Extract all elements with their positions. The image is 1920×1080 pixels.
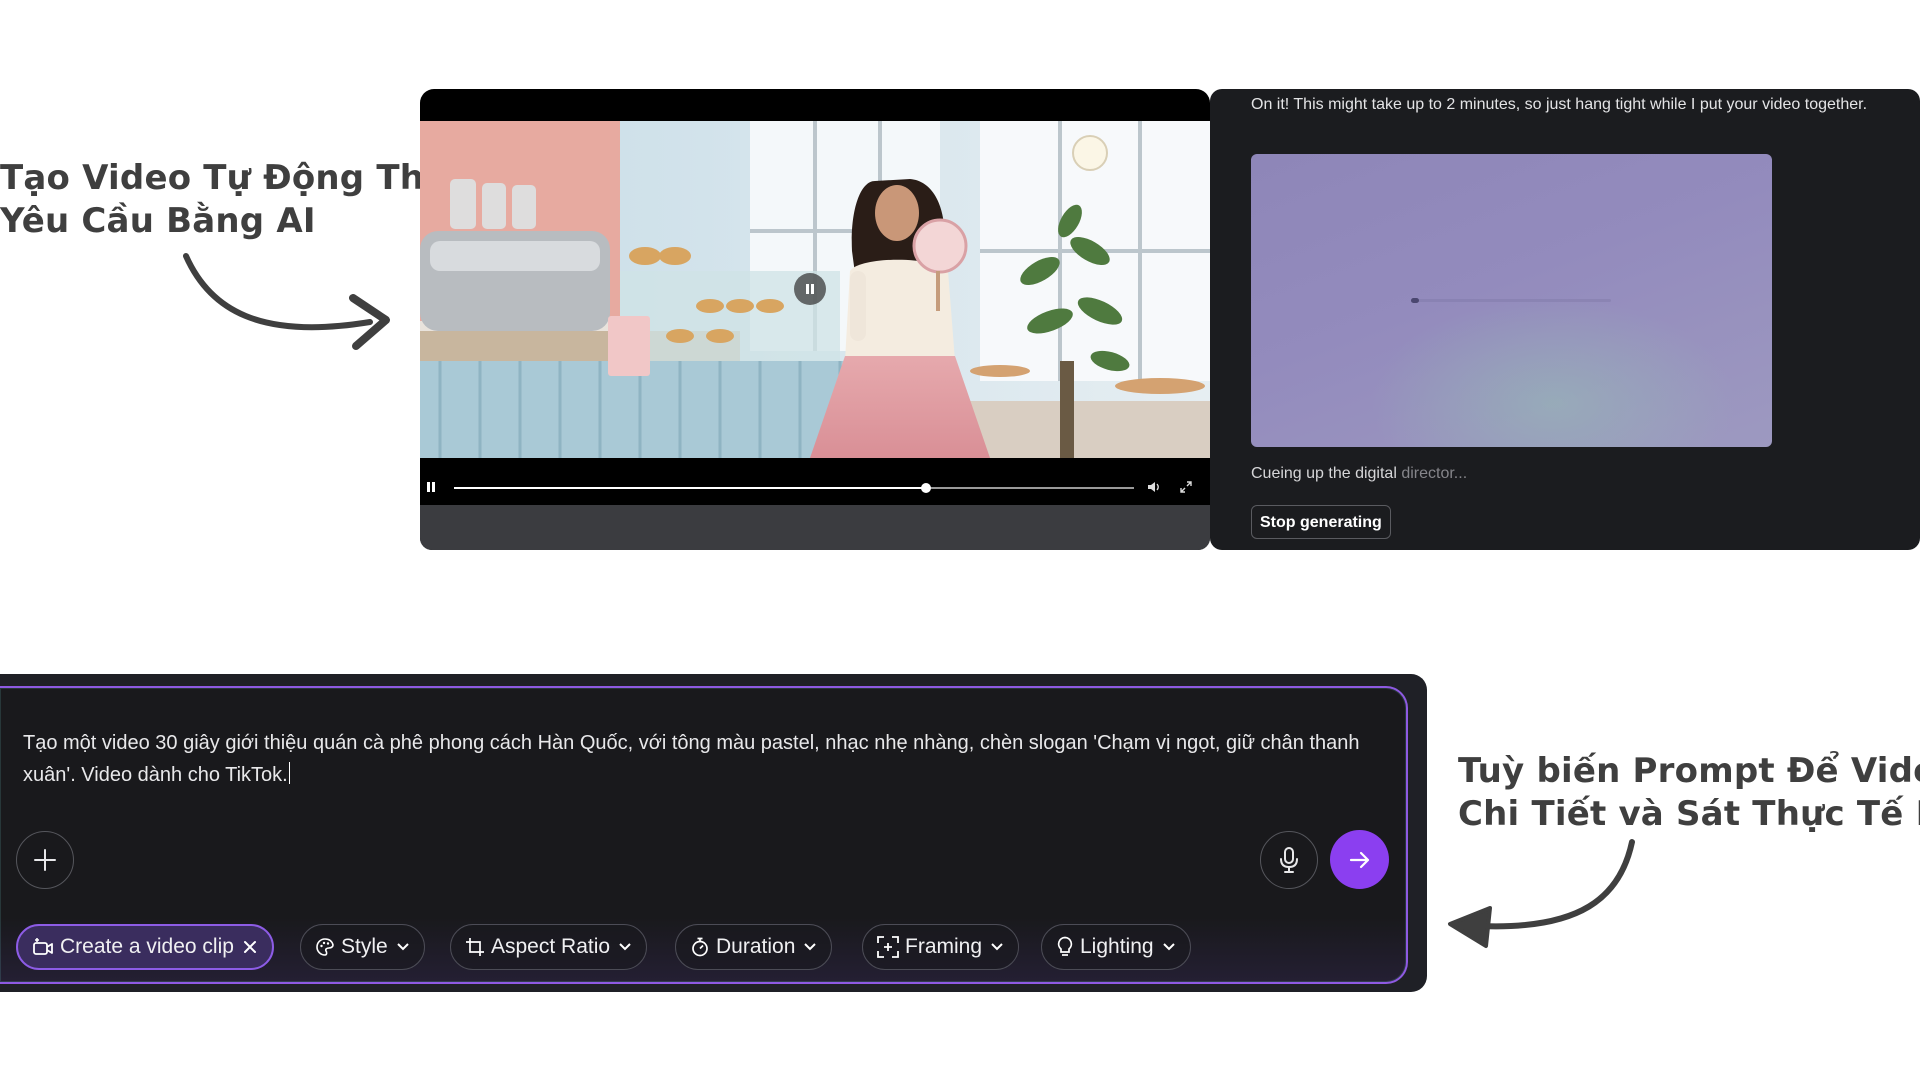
annotation-left-line1: Tạo Video Tự Động Theo	[0, 158, 471, 198]
plus-icon	[34, 849, 56, 871]
annotation-left-line2: Yêu Cầu Bằng AI	[0, 201, 316, 241]
annotation-right: Tuỳ biến Prompt Để Video Chi Tiết và Sát…	[1458, 750, 1920, 836]
stopwatch-icon	[692, 937, 708, 957]
generation-caption: Cueing up the digital director...	[1251, 465, 1467, 483]
generation-loader	[1411, 298, 1611, 303]
style-chip[interactable]: Style	[300, 924, 425, 970]
video-camera-icon	[33, 938, 53, 955]
pause-overlay-button[interactable]	[794, 273, 826, 305]
generation-status-message: On it! This might take up to 2 minutes, …	[1251, 96, 1868, 113]
duration-chip-label: Duration	[716, 935, 796, 958]
video-progress-bar[interactable]	[454, 483, 1134, 493]
voice-input-button[interactable]	[1260, 831, 1318, 889]
chevron-down-icon	[1162, 943, 1175, 951]
send-button[interactable]	[1330, 830, 1389, 889]
pause-icon[interactable]	[425, 481, 437, 493]
lightbulb-icon	[1057, 936, 1073, 956]
lighting-chip[interactable]: Lighting	[1041, 924, 1191, 970]
text-caret	[288, 762, 290, 784]
pause-overlay-icon	[806, 284, 814, 294]
arrow-right-icon	[1349, 851, 1369, 868]
video-footer-bar	[420, 505, 1210, 550]
aspect-ratio-chip[interactable]: Aspect Ratio	[450, 924, 648, 970]
generation-caption-dim: director...	[1401, 465, 1468, 482]
video-progress-handle[interactable]	[920, 483, 931, 493]
fullscreen-icon[interactable]	[1180, 481, 1192, 493]
add-attachment-button[interactable]	[16, 831, 74, 889]
prompt-input-text: Tạo một video 30 giây giới thiệu quán cà…	[23, 732, 1360, 786]
framing-chip[interactable]: Framing	[862, 924, 1020, 970]
annotation-right-line2: Chi Tiết và Sát Thực Tế Hơn	[1458, 794, 1920, 834]
aspect-ratio-chip-label: Aspect Ratio	[491, 935, 611, 958]
style-chip-label: Style	[341, 935, 388, 958]
lighting-chip-label: Lighting	[1080, 935, 1154, 958]
create-video-clip-label: Create a video clip	[60, 935, 234, 958]
video-frame[interactable]	[420, 121, 1210, 458]
volume-icon[interactable]	[1147, 480, 1162, 494]
curved-arrow-right-icon	[183, 253, 390, 350]
palette-icon	[316, 938, 334, 956]
annotation-right-line1: Tuỳ biến Prompt Để Video	[1458, 751, 1920, 791]
framing-chip-label: Framing	[905, 935, 983, 958]
duration-chip[interactable]: Duration	[675, 924, 833, 970]
generation-preview	[1251, 154, 1772, 447]
frame-icon	[877, 936, 899, 958]
crop-icon	[466, 938, 484, 956]
prompt-input[interactable]: Tạo một video 30 giây giới thiệu quán cà…	[23, 727, 1373, 791]
stop-generating-button[interactable]: Stop generating	[1251, 505, 1391, 539]
generation-loader-fill	[1411, 298, 1419, 303]
chevron-down-icon	[396, 943, 409, 951]
close-icon[interactable]	[242, 939, 258, 955]
generation-caption-bright: Cueing up the digital	[1251, 465, 1402, 482]
microphone-icon	[1280, 847, 1298, 873]
chevron-down-icon	[619, 943, 631, 951]
chevron-down-icon	[991, 943, 1003, 951]
annotation-left: Tạo Video Tự Động Theo Yêu Cầu Bằng AI	[0, 157, 471, 243]
video-player[interactable]	[420, 89, 1210, 550]
chevron-down-icon	[804, 943, 817, 951]
curved-arrow-left-icon	[1448, 839, 1635, 948]
create-video-clip-chip[interactable]: Create a video clip	[16, 924, 274, 970]
video-controls	[420, 458, 1210, 505]
generation-panel: On it! This might take up to 2 minutes, …	[1210, 89, 1920, 550]
video-progress-fill	[454, 487, 926, 489]
